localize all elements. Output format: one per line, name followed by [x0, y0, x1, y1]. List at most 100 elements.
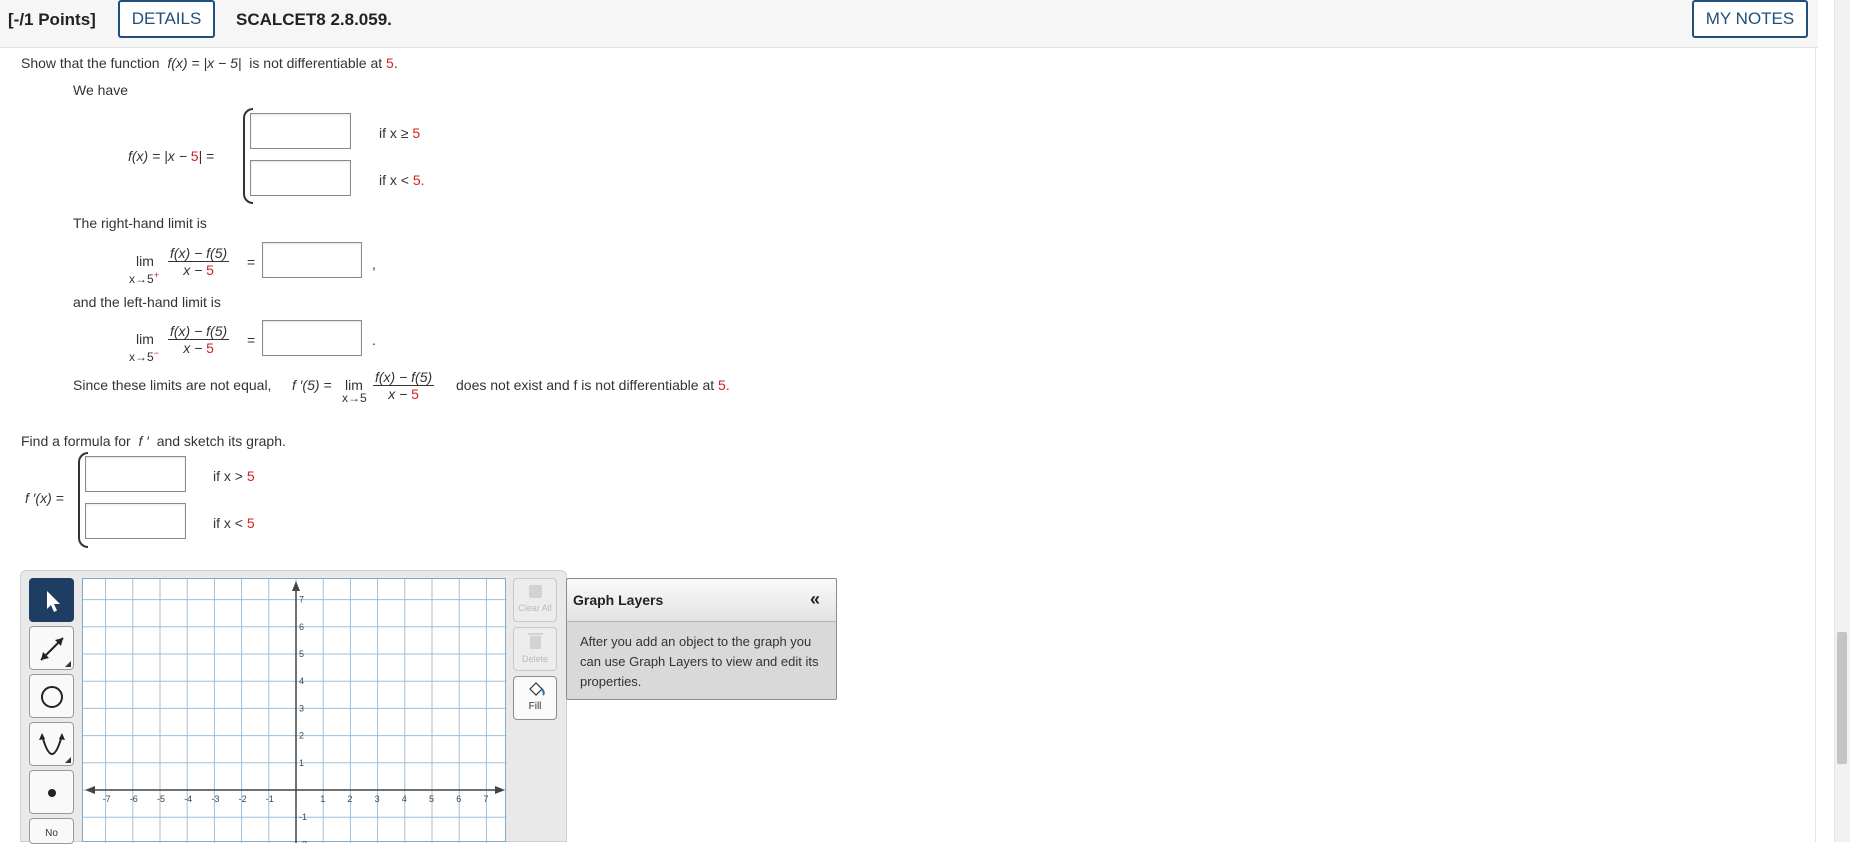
- conclusion-fprime: f ′(5) =: [292, 377, 332, 393]
- line-tool[interactable]: [29, 626, 74, 670]
- part1-prompt: Show that the function f(x) = |x − 5| is…: [21, 55, 398, 71]
- conclusion-quotient: f(x) − f(5) x − 5: [373, 369, 435, 402]
- lim-word: lim: [136, 331, 154, 347]
- y-tick-label: 3: [299, 703, 304, 713]
- x-axis-arrow-left: [85, 786, 95, 794]
- x-tick-label: 6: [456, 794, 461, 804]
- quotient-numerator: f(x) − f(5): [168, 323, 230, 340]
- fprime-piece1-input[interactable]: [85, 456, 186, 492]
- paint-bucket-icon: [529, 682, 545, 696]
- x-tick-label: 5: [429, 794, 434, 804]
- right-limit-input[interactable]: [262, 242, 362, 278]
- tool-menu-corner: [65, 757, 71, 763]
- lhs-equals: | =: [198, 148, 215, 164]
- x-tick-label: -5: [157, 794, 165, 804]
- difference-quotient-right: f(x) − f(5) x − 5: [168, 245, 230, 278]
- difference-quotient-left: f(x) − f(5) x − 5: [168, 323, 230, 356]
- fprime-case2-label: if x < 5: [213, 515, 255, 531]
- x-axis-arrow-right: [495, 786, 505, 794]
- circle-icon: [41, 686, 63, 708]
- piece2-input[interactable]: [250, 160, 351, 196]
- dot: .: [372, 332, 376, 348]
- case1-text: if x ≥: [379, 125, 409, 141]
- quotient-denominator: x −: [388, 386, 408, 402]
- case2-value: 5.: [412, 172, 425, 188]
- clear-all-button[interactable]: Clear All: [513, 578, 557, 622]
- problem-id: SCALCET8 2.8.059.: [236, 10, 392, 29]
- my-notes-button[interactable]: MY NOTES: [1692, 0, 1808, 38]
- graph-layers-text: After you add an object to the graph you…: [580, 634, 819, 689]
- trash-icon: [528, 633, 543, 649]
- coordinate-grid[interactable]: -7 -6 -5 -4 -3 -2 -1 1 2 3 4 5 6 7 7 6 5 4 3 2 1 -1 -2: [83, 579, 507, 843]
- lim-subscript-left: x→5−: [129, 348, 159, 364]
- circle-tool[interactable]: [29, 674, 74, 718]
- x-tick-label: 7: [483, 794, 488, 804]
- case2-text: if x <: [213, 515, 243, 531]
- y-tick-label: 4: [299, 676, 304, 686]
- no-solution-tool[interactable]: No: [29, 818, 74, 844]
- select-tool[interactable]: [29, 578, 74, 622]
- clear-all-label: Clear All: [518, 603, 552, 613]
- fprime-lhs: f ′(x) =: [25, 490, 64, 506]
- case1-value: 5: [412, 125, 421, 141]
- x-tick-label: -2: [239, 794, 247, 804]
- lim-sub-sup: +: [153, 270, 159, 280]
- quotient-den-value: 5: [206, 262, 214, 278]
- left-limit-input[interactable]: [262, 320, 362, 356]
- point-tool[interactable]: [29, 770, 74, 814]
- prompt-text: Find a formula for: [21, 433, 131, 449]
- comma: ,: [372, 256, 376, 272]
- case2-label: if x < 5.: [379, 172, 425, 188]
- fill-label: Fill: [528, 701, 542, 712]
- graph-layers-title: Graph Layers: [573, 592, 664, 608]
- part2-prompt: Find a formula for f ′ and sketch its gr…: [21, 433, 286, 449]
- quotient-numerator: f(x) − f(5): [168, 245, 230, 262]
- y-tick-label: 2: [299, 731, 304, 741]
- prompt-text: Show that the function: [21, 55, 160, 71]
- quotient-numerator: f(x) − f(5): [373, 369, 435, 386]
- x-tick-label: 4: [402, 794, 407, 804]
- quotient-den-value: 5: [206, 340, 214, 356]
- parabola-tool[interactable]: [29, 722, 74, 766]
- function-expression: f(x) = |x − 5|: [167, 55, 242, 71]
- fprime-case1-label: if x > 5: [213, 468, 255, 484]
- conclusion-text: Since these limits are not equal,: [73, 377, 272, 393]
- y-tick-label: 7: [299, 595, 304, 605]
- left-hand-label: and the left-hand limit is: [73, 294, 221, 310]
- graph-canvas[interactable]: -7 -6 -5 -4 -3 -2 -1 1 2 3 4 5 6 7 7 6 5 4 3 2 1 -1 -2: [82, 578, 507, 843]
- x-tick-label: -6: [130, 794, 138, 804]
- scrollbar-thumb[interactable]: [1837, 632, 1847, 764]
- y-tick-label: 1: [299, 758, 304, 768]
- case2-text: if x <: [379, 172, 409, 188]
- lim-sub-sup: −: [153, 348, 159, 358]
- lhs-text: f(x) = |x −: [128, 148, 187, 164]
- case1-text: if x >: [213, 468, 243, 484]
- x-tick-label: -4: [184, 794, 192, 804]
- right-hand-label: The right-hand limit is: [73, 215, 207, 231]
- point-value: 5: [386, 55, 394, 71]
- fprime-piece2-input[interactable]: [85, 503, 186, 539]
- we-have-label: We have: [73, 82, 128, 98]
- quotient-denominator: x −: [183, 340, 203, 356]
- delete-button[interactable]: Delete: [513, 627, 557, 671]
- details-button[interactable]: DETAILS: [118, 0, 215, 38]
- arrow-pointer-icon: [47, 591, 60, 612]
- equals-sign: =: [247, 332, 256, 348]
- piecewise-lhs: f(x) = |x − 5| =: [128, 148, 214, 164]
- quotient-denominator: x −: [183, 262, 203, 278]
- tool-menu-corner: [65, 661, 71, 667]
- lim-word: lim: [136, 253, 154, 269]
- collapse-panel-button[interactable]: «: [810, 589, 820, 610]
- case1-value: 5: [246, 468, 255, 484]
- points-label: [-/1 Points]: [8, 10, 96, 29]
- piece1-input[interactable]: [250, 113, 351, 149]
- lim-subscript-right: x→5+: [129, 270, 159, 286]
- prompt-text-2: is not differentiable at: [249, 55, 383, 71]
- conclusion-lim-sub: x→5: [342, 391, 367, 405]
- prompt-text-2: and sketch its graph.: [156, 433, 286, 449]
- equals-sign: =: [247, 254, 256, 270]
- fill-button[interactable]: Fill: [513, 676, 557, 720]
- lim-sub-text: x→5: [129, 272, 154, 286]
- y-tick-label: 5: [299, 649, 304, 659]
- y-tick-label: 6: [299, 622, 304, 632]
